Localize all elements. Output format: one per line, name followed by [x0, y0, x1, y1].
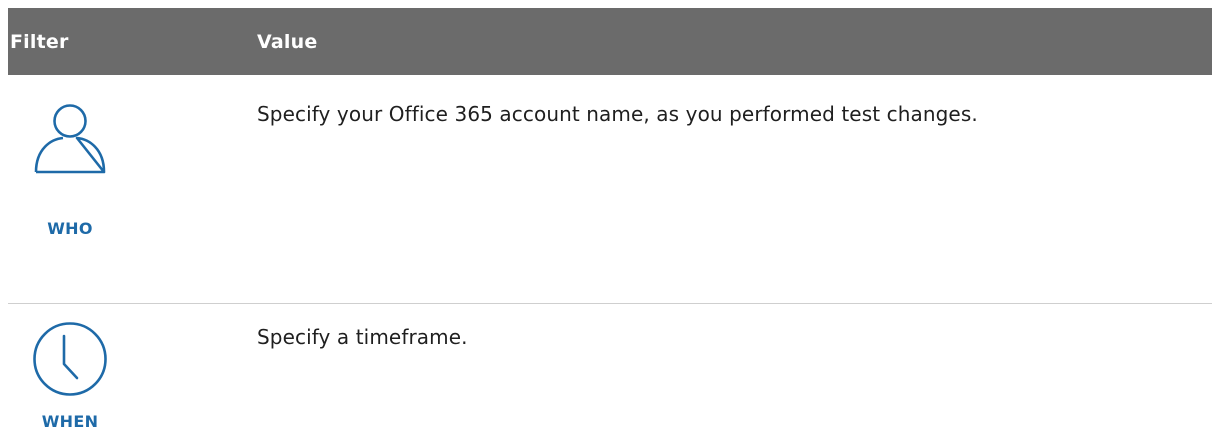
table-row-who: WHO Specify your Office 365 account name… [8, 75, 1212, 304]
clock-icon [33, 322, 107, 396]
column-header-value: Value [257, 30, 318, 53]
value-cell-who: Specify your Office 365 account name, as… [257, 102, 978, 126]
filter-caption-when: WHEN [41, 412, 99, 431]
table-header: Filter Value [8, 8, 1212, 75]
filter-cell-who: WHO [8, 75, 257, 303]
filter-table: Filter Value WHO Specify your Office 365… [8, 8, 1212, 434]
filter-cell-when: WHEN [8, 304, 257, 434]
filter-caption-who: WHO [47, 219, 93, 238]
table-row-when: WHEN Specify a timeframe. [8, 304, 1212, 434]
column-header-filter: Filter [10, 30, 69, 53]
user-icon [34, 104, 106, 174]
value-cell-when: Specify a timeframe. [257, 325, 468, 349]
